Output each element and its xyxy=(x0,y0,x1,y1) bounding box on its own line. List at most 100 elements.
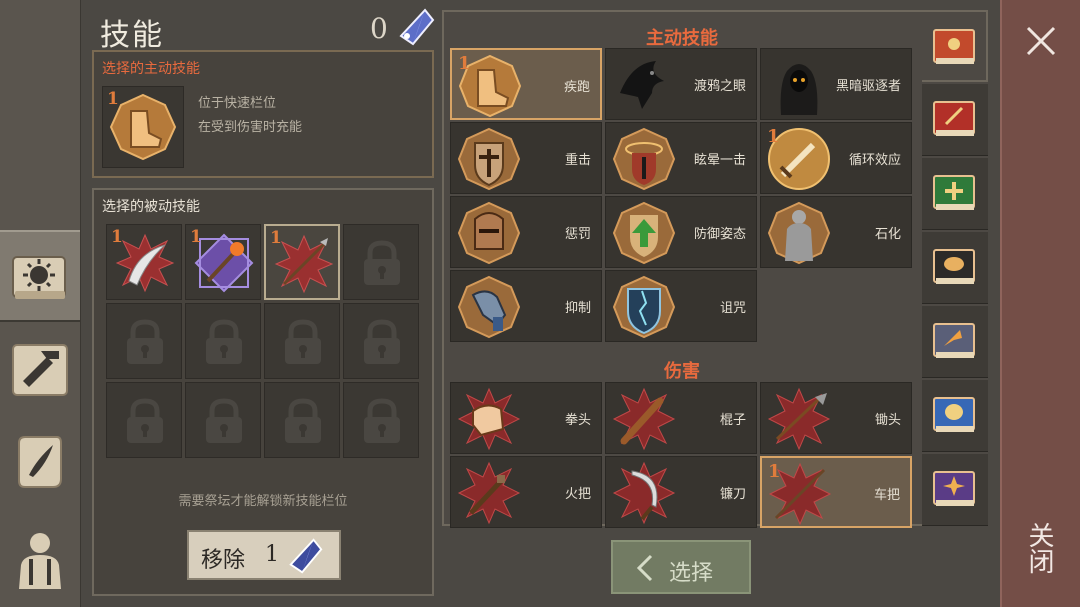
category-tab-healing[interactable] xyxy=(922,158,988,230)
skill-torch[interactable]: 火把 xyxy=(450,456,602,528)
padlock-icon xyxy=(364,319,400,364)
slot-level: 1 xyxy=(190,227,202,247)
stone-statue-icon xyxy=(767,201,831,265)
skill-sprint[interactable]: 1 疾跑 xyxy=(450,48,602,120)
remove-cost: 1 xyxy=(265,542,279,567)
skill-heavy-strike[interactable]: 重击 xyxy=(450,122,602,194)
padlock-icon xyxy=(364,240,400,285)
skill-list-panel: 主动技能 1 疾跑 渡鸦之眼 黑暗驱逐者 重击 眩晕一击 1 循环效应 惩罚 防… xyxy=(442,10,988,528)
tab-skills[interactable] xyxy=(0,230,80,322)
select-button[interactable]: 选择 xyxy=(611,540,751,594)
tab-journal[interactable] xyxy=(0,418,80,506)
knight-helmet-icon xyxy=(457,201,521,265)
close-icon[interactable] xyxy=(1024,24,1058,58)
skill-name: 疾跑 xyxy=(563,80,590,95)
section-title-active: 主动技能 xyxy=(646,28,718,49)
boot-icon xyxy=(109,93,177,161)
hooded-figure-icon xyxy=(780,64,818,115)
scroll-quill-icon xyxy=(18,436,62,488)
skill-name: 拳头 xyxy=(564,413,591,428)
character-icon xyxy=(19,533,61,589)
locked-slot xyxy=(343,224,419,300)
arrow-book-icon xyxy=(933,323,975,358)
skill-name: 镰刀 xyxy=(719,487,746,502)
skill-level: 1 xyxy=(768,461,781,482)
skill-curse[interactable]: 诅咒 xyxy=(605,270,757,342)
category-tab-movement[interactable] xyxy=(922,306,988,378)
tab-crafting[interactable] xyxy=(0,326,80,414)
skill-level: 1 xyxy=(458,53,471,74)
active-skill-slot[interactable]: 1 xyxy=(102,86,184,168)
skill-defensive-stance[interactable]: 防御姿态 xyxy=(605,196,757,268)
skill-hoe[interactable]: 锄头 xyxy=(760,382,912,454)
spark-book-icon xyxy=(933,471,975,506)
locked-slot xyxy=(185,382,261,458)
skill-name: 惩罚 xyxy=(564,227,591,242)
remove-button[interactable]: 移除 1 xyxy=(187,530,341,580)
skill-name: 石化 xyxy=(874,227,901,242)
skill-stun-strike[interactable]: 眩晕一击 xyxy=(605,122,757,194)
locked-slot xyxy=(264,303,340,379)
skill-cycle-effect[interactable]: 1 循环效应 xyxy=(760,122,912,194)
skill-club[interactable]: 棍子 xyxy=(605,382,757,454)
padlock-icon xyxy=(206,398,242,443)
left-tab-rail xyxy=(0,0,81,607)
chevron-left-icon xyxy=(636,554,653,582)
locked-slot xyxy=(106,303,182,379)
skill-dark-banisher[interactable]: 黑暗驱逐者 xyxy=(760,48,912,120)
skill-petrify[interactable]: 石化 xyxy=(760,196,912,268)
theater-book-icon xyxy=(933,397,975,432)
passive-slot[interactable]: 1 xyxy=(106,224,182,300)
padlock-icon xyxy=(127,319,163,364)
skill-name: 循环效应 xyxy=(848,153,901,168)
padlock-icon xyxy=(127,398,163,443)
skill-punish[interactable]: 惩罚 xyxy=(450,196,602,268)
scimitar-icon xyxy=(115,233,175,293)
category-tab-magic[interactable] xyxy=(922,454,988,526)
raven-icon xyxy=(620,61,664,109)
skill-name: 抑制 xyxy=(564,301,591,316)
page-title: 技能 xyxy=(100,18,164,53)
sickle-icon xyxy=(612,461,676,525)
stun-shield-icon xyxy=(612,127,676,191)
skills-book-icon xyxy=(12,256,66,299)
passive-slot-selected[interactable]: 1 xyxy=(264,224,340,300)
skill-fist[interactable]: 拳头 xyxy=(450,382,602,454)
locked-slot xyxy=(185,303,261,379)
active-skill-heading: 选择的主动技能 xyxy=(102,61,200,77)
cracked-shield-icon xyxy=(612,275,676,339)
skill-sickle[interactable]: 镰刀 xyxy=(605,456,757,528)
locked-slot xyxy=(343,303,419,379)
mask-book-icon xyxy=(933,249,975,284)
sun-book-icon xyxy=(933,29,975,64)
fist-icon xyxy=(457,387,521,451)
description-line: 在受到伤害时充能 xyxy=(198,120,303,135)
category-tab-weapons[interactable] xyxy=(922,84,988,156)
skill-name: 眩晕一击 xyxy=(693,153,746,168)
padlock-icon xyxy=(285,398,321,443)
skill-name: 黑暗驱逐者 xyxy=(835,79,901,94)
selected-active-skill-panel: 选择的主动技能 1 位于快速栏位 在受到伤害时充能 xyxy=(92,50,434,178)
club-icon xyxy=(612,387,676,451)
skill-points-count: 0 xyxy=(370,12,388,45)
skill-name: 诅咒 xyxy=(719,301,746,316)
passive-slot[interactable]: 1 xyxy=(185,224,261,300)
active-skill-description: 位于快速栏位 在受到伤害时充能 xyxy=(198,92,302,140)
skill-name: 渡鸦之眼 xyxy=(693,79,746,94)
active-skill-level: 1 xyxy=(107,89,119,109)
remove-button-label: 移除 xyxy=(201,548,246,573)
close-label[interactable]: 关闭 xyxy=(1024,522,1054,574)
skill-suppress[interactable]: 抑制 xyxy=(450,270,602,342)
slot-level: 1 xyxy=(111,227,123,247)
category-tab-social[interactable] xyxy=(922,380,988,452)
category-tab-active-skills[interactable] xyxy=(922,10,988,82)
skill-pitchfork-handle[interactable]: 1 车把 xyxy=(760,456,912,528)
close-panel[interactable]: 关闭 xyxy=(1000,0,1080,607)
locked-slot xyxy=(106,382,182,458)
torch-icon xyxy=(457,461,521,525)
description-line: 位于快速栏位 xyxy=(198,96,277,111)
category-tab-stealth[interactable] xyxy=(922,232,988,304)
tab-character[interactable] xyxy=(0,514,80,602)
skill-raven-eye[interactable]: 渡鸦之眼 xyxy=(605,48,757,120)
section-title-damage: 伤害 xyxy=(664,361,700,382)
